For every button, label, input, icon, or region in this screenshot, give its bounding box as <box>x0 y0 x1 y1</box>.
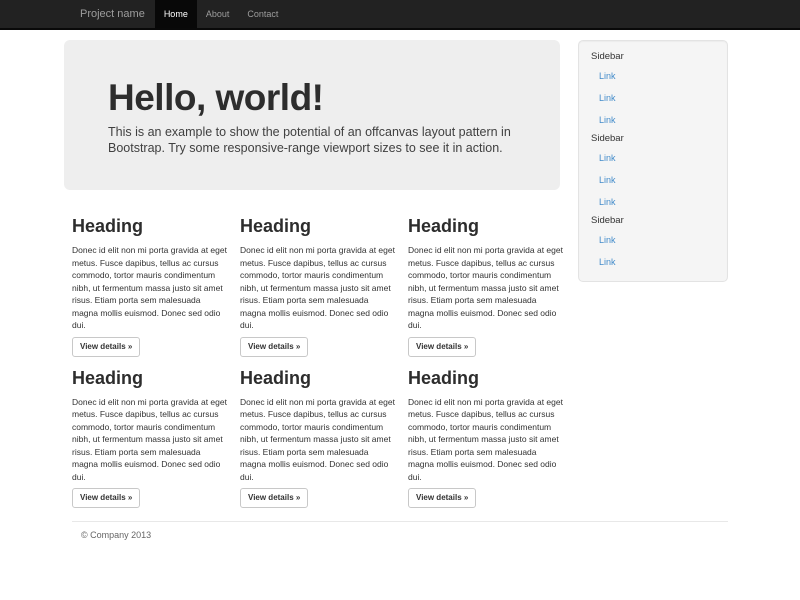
card-heading: Heading <box>408 368 568 388</box>
navbar-brand[interactable]: Project name <box>64 0 145 28</box>
card-heading: Heading <box>240 368 400 388</box>
card-text: Donec id elit non mi porta gravida at eg… <box>240 244 396 332</box>
view-details-button[interactable]: View details » <box>408 337 476 357</box>
footer: © Company 2013 <box>64 521 736 540</box>
card: Heading Donec id elit non mi porta gravi… <box>232 190 400 357</box>
sidebar: Sidebar Link Link Link Sidebar Link Link… <box>578 40 728 282</box>
sidebar-link[interactable]: Link <box>579 229 727 251</box>
sidebar-group: Sidebar Link Link Link <box>579 131 727 213</box>
sidebar-link[interactable]: Link <box>579 191 727 213</box>
sidebar-group-heading: Sidebar <box>579 213 727 229</box>
card-heading: Heading <box>72 368 232 388</box>
sidebar-group: Sidebar Link Link Link <box>579 49 727 131</box>
card-text: Donec id elit non mi porta gravida at eg… <box>240 396 396 484</box>
sidebar-group: Sidebar Link Link <box>579 213 727 273</box>
main-row: Hello, world! This is an example to show… <box>64 30 736 508</box>
view-details-button[interactable]: View details » <box>72 488 140 508</box>
nav-item-about[interactable]: About <box>197 0 239 28</box>
card: Heading Donec id elit non mi porta gravi… <box>232 357 400 509</box>
card-heading: Heading <box>72 216 232 236</box>
card-text: Donec id elit non mi porta gravida at eg… <box>72 396 228 484</box>
sidebar-link[interactable]: Link <box>579 251 727 273</box>
page-title: Hello, world! <box>108 78 520 118</box>
card-heading: Heading <box>408 216 568 236</box>
card: Heading Donec id elit non mi porta gravi… <box>64 190 232 357</box>
card-text: Donec id elit non mi porta gravida at eg… <box>408 244 564 332</box>
card-heading: Heading <box>240 216 400 236</box>
sidebar-link[interactable]: Link <box>579 65 727 87</box>
view-details-button[interactable]: View details » <box>72 337 140 357</box>
copyright-text: © Company 2013 <box>81 530 736 540</box>
content-row-1: Heading Donec id elit non mi porta gravi… <box>64 190 568 357</box>
sidebar-group-heading: Sidebar <box>579 131 727 147</box>
sidebar-link[interactable]: Link <box>579 87 727 109</box>
nav-item-home[interactable]: Home <box>155 0 197 28</box>
sidebar-group-heading: Sidebar <box>579 49 727 65</box>
footer-divider <box>72 521 728 522</box>
sidebar-link[interactable]: Link <box>579 169 727 191</box>
navbar-menu: Home About Contact <box>155 0 288 28</box>
card-text: Donec id elit non mi porta gravida at eg… <box>408 396 564 484</box>
view-details-button[interactable]: View details » <box>408 488 476 508</box>
main-content: Hello, world! This is an example to show… <box>64 30 568 508</box>
jumbotron: Hello, world! This is an example to show… <box>64 40 560 190</box>
card: Heading Donec id elit non mi porta gravi… <box>400 357 568 509</box>
view-details-button[interactable]: View details » <box>240 337 308 357</box>
navbar-container: Project name Home About Contact <box>64 0 736 28</box>
sidebar-link[interactable]: Link <box>579 109 727 131</box>
navbar: Project name Home About Contact <box>0 0 800 30</box>
sidebar-link[interactable]: Link <box>579 147 727 169</box>
view-details-button[interactable]: View details » <box>240 488 308 508</box>
content-row-2: Heading Donec id elit non mi porta gravi… <box>64 357 568 509</box>
jumbotron-description: This is an example to show the potential… <box>108 124 520 156</box>
card-text: Donec id elit non mi porta gravida at eg… <box>72 244 228 332</box>
card: Heading Donec id elit non mi porta gravi… <box>400 190 568 357</box>
page-container: Hello, world! This is an example to show… <box>64 30 736 540</box>
card: Heading Donec id elit non mi porta gravi… <box>64 357 232 509</box>
nav-item-contact[interactable]: Contact <box>238 0 287 28</box>
